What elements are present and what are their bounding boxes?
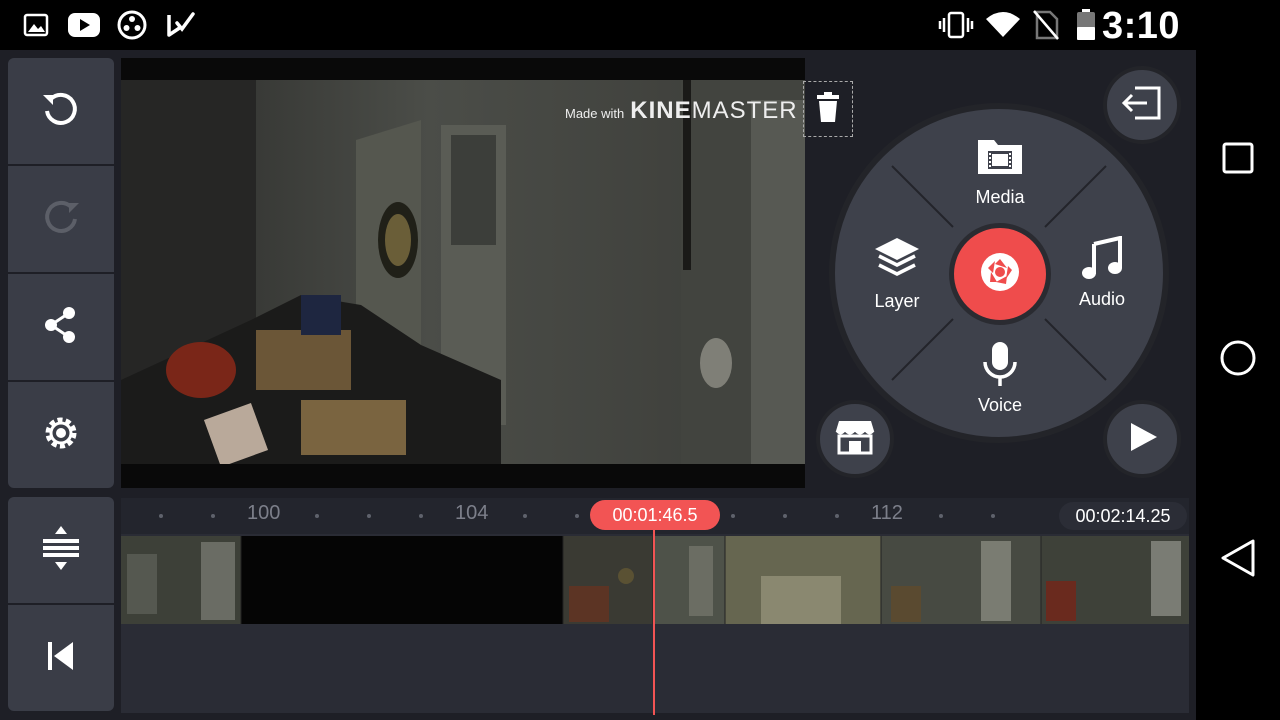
- no-sim-icon: [1032, 10, 1060, 40]
- layers-icon: [873, 236, 921, 287]
- undo-button[interactable]: [8, 58, 114, 164]
- audio-button[interactable]: Audio: [1067, 235, 1137, 310]
- ruler-dot: [367, 514, 371, 518]
- wifi-icon: [984, 11, 1022, 39]
- home-button[interactable]: [1214, 336, 1262, 384]
- video-clip-track[interactable]: [121, 536, 1189, 624]
- play-button[interactable]: [1103, 400, 1181, 478]
- layer-label: Layer: [874, 291, 920, 311]
- ruler-dot: [575, 514, 579, 518]
- gear-icon: [41, 413, 81, 458]
- settings-button[interactable]: [8, 382, 114, 488]
- recents-button[interactable]: [1214, 136, 1262, 184]
- redo-button[interactable]: [8, 166, 114, 272]
- play-icon: [1125, 420, 1159, 459]
- media-button[interactable]: Media: [965, 136, 1035, 208]
- ruler-dot: [783, 514, 787, 518]
- app-circle-icon: [117, 10, 147, 40]
- vibrate-icon: [938, 11, 974, 39]
- current-time-label[interactable]: 00:01:46.5: [590, 500, 720, 530]
- timeline[interactable]: 100 104 112: [121, 498, 1189, 713]
- audio-label: Audio: [1078, 289, 1126, 309]
- share-icon: [41, 305, 81, 350]
- layer-button[interactable]: Layer: [862, 236, 932, 312]
- status-bar: 3:10: [0, 0, 1196, 50]
- media-label: Media: [975, 187, 1025, 207]
- android-nav-bar: [1196, 0, 1280, 720]
- watermark-brand-bold: KINE: [630, 97, 692, 124]
- back-button[interactable]: [1214, 536, 1262, 584]
- record-button[interactable]: [949, 223, 1051, 325]
- total-duration-label: 00:02:14.25: [1059, 502, 1187, 530]
- ruler-dot: [835, 514, 839, 518]
- voice-label: Voice: [977, 395, 1023, 415]
- store-icon: [835, 419, 875, 460]
- tasks-icon: [166, 11, 196, 39]
- camera-shutter-icon: [979, 251, 1021, 298]
- youtube-icon: [67, 11, 101, 39]
- ruler-dot: [315, 514, 319, 518]
- redo-icon: [39, 195, 83, 244]
- battery-icon: [1074, 9, 1098, 40]
- asset-store-button[interactable]: [816, 400, 894, 478]
- ruler-dot: [419, 514, 423, 518]
- watermark-brand: KINEMASTER: [630, 97, 797, 125]
- media-folder-icon: [976, 136, 1024, 181]
- music-note-icon: [1080, 235, 1124, 285]
- circle-icon: [1219, 339, 1257, 382]
- ruler-dot: [991, 514, 995, 518]
- microphone-icon: [982, 340, 1018, 393]
- kinemaster-watermark: Made with KINEMASTER: [565, 97, 798, 125]
- expand-icon: [41, 524, 81, 577]
- ruler-tick-label: 112: [871, 502, 903, 524]
- undo-icon: [39, 87, 83, 136]
- square-icon: [1221, 141, 1255, 180]
- status-clock: 3:10: [1101, 5, 1180, 47]
- voice-button[interactable]: Voice: [965, 340, 1035, 416]
- back-triangle-icon: [1219, 538, 1257, 583]
- jump-start-button[interactable]: [8, 605, 114, 711]
- ruler-dot: [523, 514, 527, 518]
- gallery-icon: [22, 11, 50, 39]
- watermark-brand-light: MASTER: [691, 97, 798, 124]
- watermark-made-with: Made with: [565, 106, 625, 121]
- ruler-tick-label: 100: [247, 502, 281, 524]
- ruler-dot: [731, 514, 735, 518]
- playhead-line[interactable]: [653, 530, 655, 715]
- ruler-dot: [211, 514, 215, 518]
- share-button[interactable]: [8, 274, 114, 380]
- ruler-dot: [939, 514, 943, 518]
- ruler-dot: [159, 514, 163, 518]
- skip-start-icon: [45, 640, 77, 677]
- video-frame: [121, 80, 805, 464]
- timeline-expand-button[interactable]: [8, 497, 114, 603]
- ruler-tick-label: 104: [455, 502, 489, 524]
